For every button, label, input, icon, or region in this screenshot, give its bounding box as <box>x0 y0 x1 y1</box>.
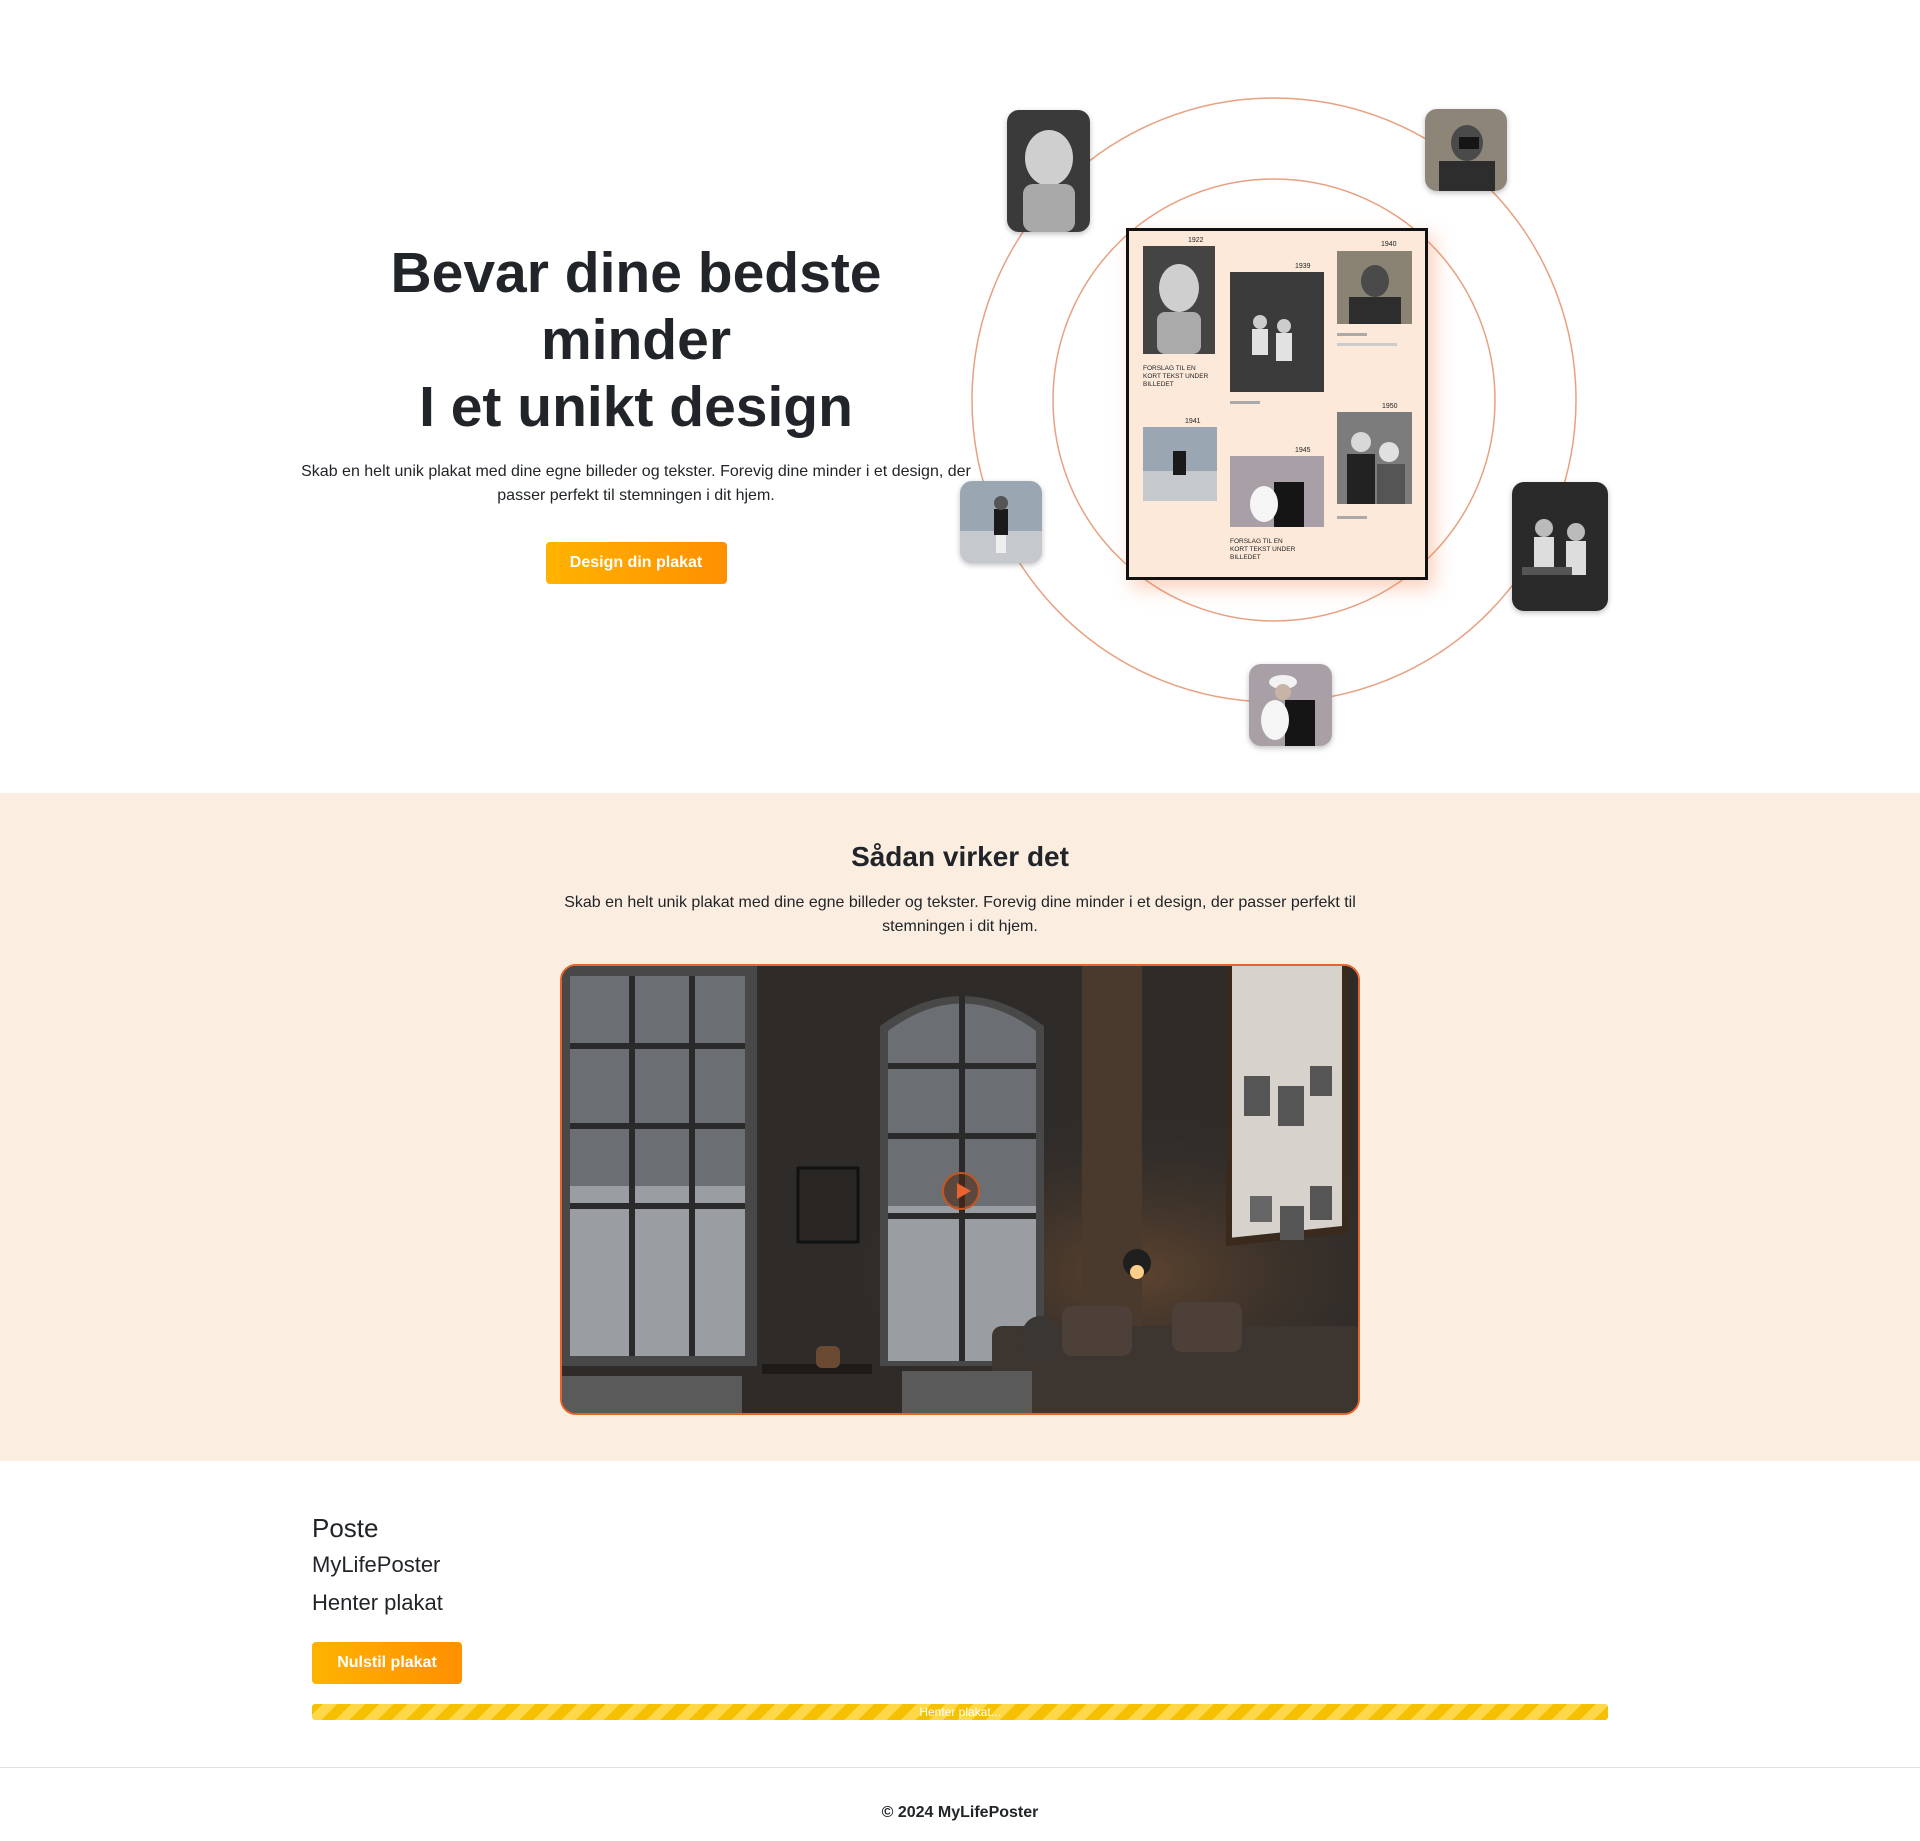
poster-year-1922: 1922 <box>1188 237 1204 244</box>
photo-camera-man-image <box>1425 109 1507 191</box>
how-title: Sådan virker det <box>851 841 1069 872</box>
poster-caption-line-3 <box>1337 343 1397 346</box>
how-subtitle: Skab en helt unik plakat med dine egne b… <box>564 894 1356 935</box>
poster-photo-woman-baby <box>1230 456 1324 527</box>
poster-caption-2: FORSLAG TIL EN KORT TEKST UNDER BILLEDET <box>1230 538 1296 561</box>
orbit-rings <box>971 97 1577 703</box>
poster-caption-line-4 <box>1337 516 1367 519</box>
progress-label: Henter plakat... <box>919 1705 1001 1719</box>
poster-photo-street <box>1143 427 1217 501</box>
poster-photo-couple <box>1337 412 1412 504</box>
poster-caption-line <box>1230 401 1260 404</box>
status-brand: MyLifePoster <box>312 1552 441 1577</box>
how-it-works-section: Sådan virker det Skab en helt unik plaka… <box>0 793 1920 1461</box>
photo-thumb-woman-baby <box>1249 664 1332 746</box>
footer-copyright: © 2024 MyLifePoster <box>881 1804 1039 1821</box>
hero-section: Bevar dine bedste minder I et unikt desi… <box>0 0 1920 793</box>
poster-preview: 1922 FORSLAG TIL EN KORT TEKST UNDER BIL… <box>1126 228 1428 580</box>
poster-year-1939: 1939 <box>1295 263 1311 270</box>
status-loading-text: Henter plakat <box>312 1590 443 1615</box>
poster-photo-garden <box>1230 272 1324 392</box>
poster-year-1941: 1941 <box>1185 418 1201 425</box>
loading-progress-bar: Henter plakat... <box>312 1704 1608 1720</box>
photo-girl-street-image <box>960 481 1042 563</box>
photo-thumb-child <box>1007 110 1090 232</box>
footer: © 2024 MyLifePoster <box>0 1767 1920 1841</box>
photo-two-children-image <box>1512 482 1608 611</box>
poster-year-1940: 1940 <box>1381 241 1397 248</box>
photo-thumb-girl-street <box>960 481 1042 563</box>
reset-poster-button[interactable]: Nulstil plakat <box>312 1642 462 1684</box>
poster-photo-camera <box>1337 251 1412 324</box>
photo-woman-baby-image <box>1249 664 1332 746</box>
play-button[interactable] <box>942 1172 980 1210</box>
status-title: Poste <box>312 1513 379 1543</box>
poster-caption-line-2 <box>1337 333 1367 336</box>
photo-child-image <box>1007 110 1090 232</box>
photo-thumb-camera-man <box>1425 109 1507 191</box>
poster-caption-1: FORSLAG TIL EN KORT TEKST UNDER BILLEDET <box>1143 365 1209 388</box>
poster-status-section: Poste MyLifePoster Henter plakat Nulstil… <box>312 1510 1608 1720</box>
video-player[interactable] <box>560 964 1360 1415</box>
poster-photo-child <box>1143 246 1215 354</box>
poster-year-1950: 1950 <box>1382 403 1398 410</box>
poster-year-1945: 1945 <box>1295 447 1311 454</box>
photo-thumb-two-children <box>1512 482 1608 611</box>
